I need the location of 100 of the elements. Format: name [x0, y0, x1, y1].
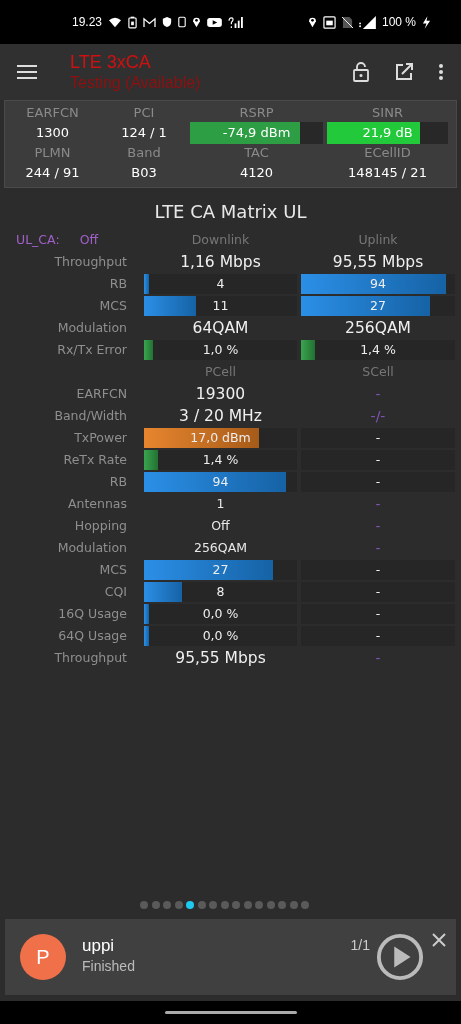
- field-label: SINR: [371, 104, 404, 122]
- field-value: 1300: [34, 124, 71, 142]
- app-subtitle: Testing (Available): [70, 72, 202, 93]
- bar-value: -: [374, 583, 382, 601]
- column-header: Downlink: [190, 231, 251, 249]
- bar-value: -: [374, 627, 382, 645]
- menu-icon: [17, 65, 37, 79]
- bar-value: 1,4 %: [359, 341, 397, 359]
- page-dot[interactable]: [255, 901, 263, 909]
- table-value: 256QAM: [193, 539, 247, 557]
- location-icon: [307, 16, 317, 28]
- location-icon: [192, 16, 202, 28]
- signal-icon: [228, 16, 244, 28]
- row-label: Antennas: [66, 495, 128, 513]
- wifi-calling-icon: [322, 15, 336, 29]
- page-dot[interactable]: [232, 901, 240, 909]
- lock-icon: [353, 62, 369, 82]
- meter-value: 21,9 dB: [361, 124, 414, 142]
- bar-value: 94: [369, 275, 387, 293]
- page-dot[interactable]: [163, 901, 171, 909]
- bar-value: 11: [211, 297, 230, 315]
- page-dot[interactable]: [289, 901, 298, 909]
- table-value: 95,55 Mbps: [175, 648, 266, 668]
- table-value: 19300: [195, 384, 246, 404]
- page-dot[interactable]: [301, 901, 309, 909]
- bar-value: 17,0 dBm: [189, 429, 252, 447]
- empty-value: -: [375, 539, 381, 558]
- table-value: 64QAM: [192, 318, 249, 338]
- row-label: Modulation: [56, 319, 128, 337]
- close-icon: [432, 933, 446, 947]
- matrix-title: LTE CA Matrix UL: [153, 200, 308, 224]
- meter-value: -74,9 dBm: [221, 124, 292, 142]
- no-sim-icon: [341, 15, 353, 29]
- bar-value: -: [374, 561, 382, 579]
- page-dot[interactable]: [220, 901, 229, 909]
- bar-value: 94: [211, 473, 230, 491]
- table-value: 3 / 20 MHz: [179, 406, 262, 426]
- row-label: 16Q Usage: [57, 605, 128, 623]
- field-value: 4120: [238, 164, 275, 182]
- page-dot[interactable]: [151, 901, 160, 909]
- field-label: Band: [126, 144, 162, 162]
- ul-ca-label: UL_CA:: [16, 231, 60, 249]
- field-label: ECellID: [363, 144, 412, 162]
- page-dot[interactable]: [186, 901, 194, 909]
- video-icon: [207, 16, 223, 28]
- empty-value: -: [375, 517, 381, 536]
- shield-icon: [162, 16, 173, 28]
- page-dot[interactable]: [209, 901, 217, 909]
- row-label: TxPower: [73, 429, 128, 447]
- bar-value: 0,0 %: [201, 605, 240, 623]
- bar-value: -: [374, 429, 382, 447]
- bar-value: 1,4 %: [201, 451, 240, 469]
- notification-status: Finished: [82, 957, 136, 976]
- bar-value: 27: [369, 297, 387, 315]
- empty-value: -: [375, 385, 381, 404]
- page-dot[interactable]: [197, 901, 206, 909]
- table-value: 256QAM: [345, 318, 411, 338]
- play-icon: [376, 933, 424, 981]
- table-value: 95,55 Mbps: [332, 252, 424, 272]
- row-label: 64Q Usage: [57, 627, 128, 645]
- empty-value: -/-: [370, 407, 386, 426]
- home-indicator[interactable]: [164, 1011, 297, 1014]
- row-label: MCS: [98, 297, 128, 315]
- field-label: TAC: [243, 144, 270, 162]
- close-button[interactable]: [432, 933, 446, 947]
- table-value: 1: [216, 495, 225, 513]
- play-button[interactable]: [376, 933, 424, 981]
- page-dot[interactable]: [140, 901, 148, 909]
- notification-count: 1/1: [350, 937, 370, 953]
- field-value: 124 / 1: [120, 124, 168, 142]
- battery-percent: 100 %: [381, 15, 416, 29]
- page-dot[interactable]: [278, 901, 286, 909]
- bar-value: 0,0 %: [201, 627, 240, 645]
- row-label: MCS: [98, 561, 128, 579]
- field-label: RSRP: [238, 104, 275, 122]
- page-dot[interactable]: [266, 901, 275, 909]
- menu-button[interactable]: [17, 65, 37, 79]
- ul-ca-value: Off: [79, 231, 99, 249]
- column-header: Uplink: [357, 231, 399, 249]
- mail-icon: [143, 16, 157, 28]
- clock: 19.23: [72, 15, 103, 29]
- field-label: PLMN: [33, 144, 72, 162]
- field-label: PCI: [132, 104, 156, 122]
- more-icon: [439, 64, 443, 80]
- row-label: RB: [108, 275, 128, 293]
- row-label: Rx/Tx Error: [56, 341, 128, 359]
- table-value: 1,16 Mbps: [180, 252, 261, 272]
- page-dot[interactable]: [174, 901, 183, 909]
- bar-value: 27: [211, 561, 230, 579]
- row-label: EARFCN: [75, 385, 128, 403]
- bar-value: 1,0 %: [201, 341, 240, 359]
- bar-value: -: [374, 451, 382, 469]
- row-label: ReTx Rate: [62, 451, 128, 469]
- column-header: SCell: [361, 363, 395, 381]
- field-value: 148145 / 21: [347, 164, 428, 182]
- table-value: Off: [211, 517, 230, 535]
- battery-icon: [128, 15, 138, 29]
- page-dot[interactable]: [243, 901, 252, 909]
- row-label: Throughput: [53, 649, 128, 667]
- charging-icon: [422, 15, 431, 29]
